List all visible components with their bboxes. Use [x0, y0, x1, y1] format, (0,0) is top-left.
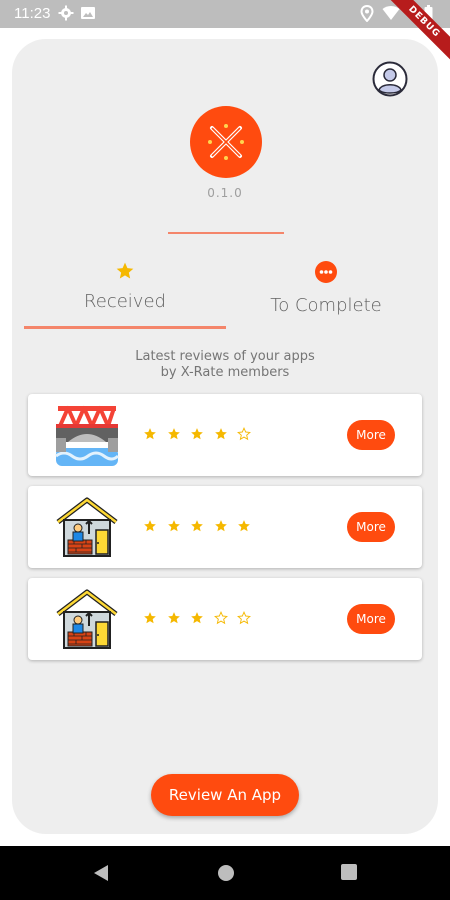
star-empty-icon [237, 427, 251, 441]
more-dots-icon [315, 261, 337, 287]
app-logo [190, 106, 262, 178]
navigation-bar [0, 846, 450, 900]
app-version: 0.1.0 [207, 186, 243, 200]
house-worker-icon [54, 588, 120, 650]
star-filled-icon [191, 612, 203, 624]
more-button[interactable]: More [347, 512, 395, 542]
location-icon [360, 4, 374, 26]
star-filled-icon [167, 428, 180, 440]
star-empty-icon [237, 611, 251, 625]
bridge-icon [54, 404, 120, 466]
logo-divider [168, 232, 284, 234]
tab-to-complete-label: To Complete [270, 295, 382, 316]
profile-button[interactable] [372, 61, 408, 97]
star-filled-icon [144, 612, 156, 624]
home-icon[interactable] [216, 863, 236, 887]
review-card[interactable]: More [28, 394, 422, 476]
star-filled-icon [214, 428, 227, 440]
user-icon [372, 61, 408, 97]
star-icon [115, 261, 135, 285]
star-filled-icon [167, 520, 180, 532]
image-icon [80, 5, 96, 25]
status-bar: 11:23 [0, 0, 450, 28]
tab-indicator [24, 326, 226, 329]
house-worker-icon [54, 496, 120, 558]
more-button[interactable]: More [347, 604, 395, 634]
review-card[interactable]: More [28, 486, 422, 568]
more-button[interactable]: More [347, 420, 395, 450]
star-filled-icon [191, 428, 203, 440]
star-filled-icon [144, 428, 156, 440]
star-filled-icon [144, 520, 156, 532]
x-rate-logo [208, 124, 244, 160]
review-an-app-button[interactable]: Review An App [151, 774, 299, 816]
review-card[interactable]: More [28, 578, 422, 660]
tab-received[interactable]: Received [24, 255, 226, 330]
star-filled-icon [191, 520, 203, 532]
gear-icon [58, 5, 74, 25]
reviews-subtitle-line2: by X-Rate members [160, 365, 290, 380]
star-empty-icon [213, 611, 228, 625]
back-icon[interactable] [92, 863, 110, 887]
reviews-subtitle-line1: Latest reviews of your apps [135, 349, 315, 364]
star-filled-icon [167, 612, 180, 624]
tab-received-label: Received [84, 291, 166, 312]
status-time: 11:23 [14, 5, 51, 22]
tab-to-complete[interactable]: To Complete [226, 255, 426, 330]
reviews-subtitle: Latest reviews of your apps by X-Rate me… [0, 349, 450, 381]
star-filled-icon [238, 520, 250, 532]
star-filled-icon [214, 520, 227, 532]
recents-icon[interactable] [340, 863, 358, 885]
wifi-icon [382, 5, 400, 25]
